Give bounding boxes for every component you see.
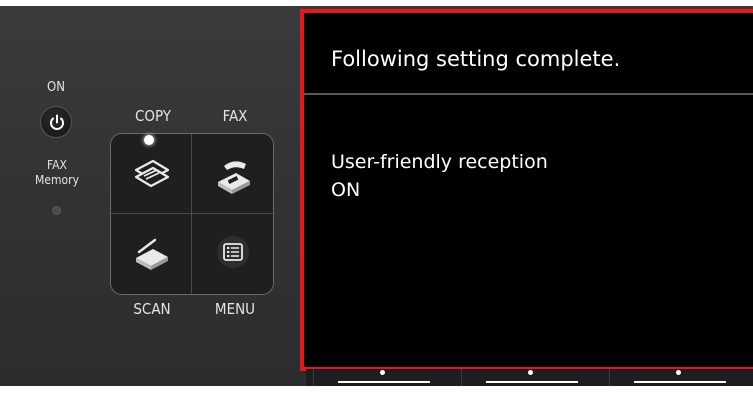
center-softkey-dot [528, 370, 533, 375]
screen-title: Following setting complete. [331, 47, 621, 71]
menu-button[interactable] [192, 214, 273, 294]
fax-memory-label: FAX Memory [22, 158, 92, 188]
screen-divider [304, 93, 753, 95]
power-button[interactable] [40, 106, 72, 138]
fax-memory-label-line1: FAX [47, 158, 67, 172]
center-softkey-line [486, 381, 578, 383]
power-label: ON [47, 80, 65, 95]
right-softkey-dot [676, 370, 681, 375]
top-margin [0, 0, 753, 6]
menu-icon [217, 236, 249, 268]
fax-memory-label-line2: Memory [35, 173, 79, 187]
bottom-margin [0, 386, 753, 406]
menu-label: MENU [214, 300, 256, 318]
fax-memory-lamp [52, 206, 61, 215]
center-softkey[interactable] [461, 369, 601, 386]
left-softkey-line [338, 381, 430, 383]
scan-label: SCAN [133, 300, 171, 318]
setting-value: ON [331, 179, 361, 201]
left-softkey-dot [380, 370, 385, 375]
scan-icon [136, 238, 168, 270]
setting-name: User-friendly reception [331, 151, 548, 173]
mode-button-grid [110, 133, 274, 295]
left-softkey[interactable] [313, 369, 453, 386]
copy-icon [134, 159, 170, 188]
copy-label: COPY [134, 107, 172, 125]
power-icon [50, 114, 64, 130]
fax-button[interactable] [192, 134, 273, 214]
fax-label: FAX [222, 107, 248, 125]
fax-indicator-lamp [144, 135, 154, 145]
fax-icon [218, 161, 250, 194]
lcd-screen: Following setting complete. User-friendl… [300, 9, 753, 371]
scan-button[interactable] [111, 214, 192, 294]
right-softkey[interactable] [609, 369, 749, 386]
copy-button[interactable] [111, 134, 192, 214]
right-softkey-line [634, 381, 726, 383]
